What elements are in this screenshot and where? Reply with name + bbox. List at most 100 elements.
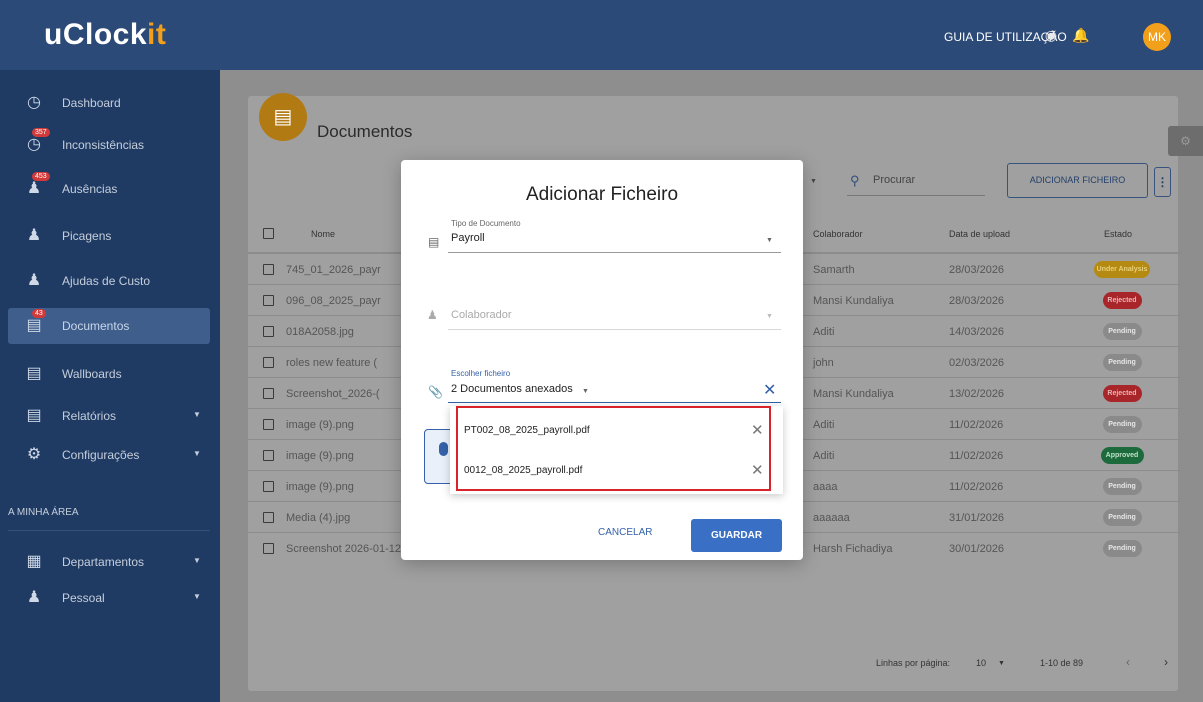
cell-upload-date: 11/02/2026 (949, 481, 1004, 493)
row-checkbox[interactable] (263, 264, 274, 275)
sidebar-item-relatorios[interactable]: ▤ Relatórios ▼ (0, 398, 220, 434)
departments-icon: ▦ (26, 553, 42, 570)
document-type-select[interactable]: Payroll (451, 232, 485, 244)
gear-icon[interactable]: ⚙ (1168, 126, 1203, 156)
count-badge: 453 (32, 172, 50, 181)
status-badge: Pending (1102, 509, 1142, 526)
column-header-upload-date[interactable]: Data de upload (949, 229, 1010, 239)
row-checkbox[interactable] (263, 388, 274, 399)
chevron-down-icon[interactable]: ▼ (766, 237, 773, 244)
status-badge: Rejected (1102, 292, 1142, 309)
sidebar-item-label: Ausências (62, 182, 118, 196)
sidebar-item-ausencias[interactable]: ♟ 453 Ausências (0, 171, 220, 207)
cancel-button[interactable]: CANCELAR (598, 527, 652, 538)
sidebar-item-documentos[interactable]: ▤ 43 Documentos (8, 308, 210, 344)
expense-icon: ♟ (26, 272, 42, 289)
row-checkbox[interactable] (263, 450, 274, 461)
column-header-collaborator[interactable]: Colaborador (813, 229, 863, 239)
collaborator-select[interactable]: Colaborador (451, 309, 512, 321)
field-underline (448, 402, 781, 403)
sidebar-item-inconsistencias[interactable]: ◷ 357 Inconsistências (0, 127, 220, 163)
divider (8, 530, 210, 531)
sidebar-item-dashboard[interactable]: ◷ Dashboard (0, 85, 220, 121)
sidebar-item-configuracoes[interactable]: ⚙ Configurações ▼ (0, 437, 220, 473)
sidebar-item-label: Wallboards (62, 367, 122, 381)
row-checkbox[interactable] (263, 481, 274, 492)
add-file-button[interactable]: ADICIONAR FICHEIRO (1007, 163, 1148, 198)
row-checkbox[interactable] (263, 543, 274, 554)
chevron-down-icon[interactable]: ▼ (810, 178, 817, 185)
avatar[interactable]: MK (1143, 23, 1171, 51)
select-all-checkbox[interactable] (263, 228, 274, 239)
status-badge: Under Analysis (1094, 261, 1150, 278)
status-badge: Pending (1102, 416, 1142, 433)
next-page-icon[interactable]: › (1164, 655, 1168, 669)
cell-name[interactable]: image (9).png (286, 481, 354, 493)
chevron-down-icon[interactable]: ▼ (766, 313, 773, 320)
sidebar-item-label: Picagens (62, 229, 112, 243)
absence-icon: ♟ (26, 180, 42, 197)
more-options-icon[interactable]: ⋮ (1154, 167, 1171, 197)
sidebar: ◷ Dashboard ◷ 357 Inconsistências ♟ 453 … (0, 70, 220, 702)
sidebar-item-picagens[interactable]: ♟ Picagens (0, 218, 220, 254)
sidebar-item-label: Relatórios (62, 409, 117, 423)
column-header-name[interactable]: Nome (311, 229, 335, 239)
cell-name[interactable]: Screenshot_2026-( (286, 388, 380, 400)
app-logo[interactable]: uClockit (44, 18, 166, 52)
cell-name[interactable]: roles new feature ( (286, 357, 377, 369)
cell-name[interactable]: image (9).png (286, 450, 354, 462)
rows-per-page-select[interactable]: 10 (976, 658, 986, 668)
cell-upload-date: 13/02/2026 (949, 388, 1005, 400)
cell-upload-date: 14/03/2026 (949, 326, 1005, 338)
status-badge: Pending (1102, 354, 1142, 371)
previous-page-icon[interactable]: ‹ (1126, 655, 1130, 669)
chevron-down-icon: ▼ (193, 410, 201, 419)
bell-icon[interactable]: 🔔 (1072, 26, 1090, 44)
chevron-down-icon[interactable]: ▼ (998, 660, 1005, 667)
people-icon: ♟ (26, 227, 42, 244)
pagination-range: 1-10 de 89 (1040, 658, 1084, 668)
sidebar-item-label: Pessoal (62, 591, 105, 605)
cell-name[interactable]: 096_08_2025_payr (286, 295, 381, 307)
chevron-down-icon: ▼ (193, 592, 201, 601)
cell-name[interactable]: 018A2058.jpg (286, 326, 354, 338)
cell-collaborator: Samarth (813, 264, 855, 276)
sidebar-item-ajudas-de-custo[interactable]: ♟ Ajudas de Custo (0, 263, 220, 299)
help-icon[interactable]: ◉ (1042, 26, 1060, 44)
dialog-title: Adicionar Ficheiro (525, 184, 679, 205)
cell-name[interactable]: Media (4).jpg (286, 512, 350, 524)
cell-upload-date: 30/01/2026 (949, 543, 1005, 555)
clear-files-icon[interactable]: ✕ (763, 380, 776, 400)
cell-upload-date: 28/03/2026 (949, 295, 1005, 307)
chevron-down-icon[interactable]: ▼ (582, 388, 589, 395)
row-checkbox[interactable] (263, 357, 274, 368)
dashboard-icon: ◷ (27, 94, 41, 111)
cell-collaborator: Mansi Kundaliya (813, 388, 894, 400)
save-button[interactable]: GUARDAR (691, 519, 782, 552)
search-input[interactable]: Procurar (873, 174, 915, 186)
sidebar-item-pessoal[interactable]: ♟ Pessoal ▼ (0, 580, 220, 616)
column-header-status[interactable]: Estado (1104, 229, 1132, 239)
count-badge: 43 (32, 309, 46, 318)
row-checkbox[interactable] (263, 419, 274, 430)
choose-file-select[interactable]: 2 Documentos anexados (451, 383, 573, 395)
choose-file-label: Escolher ficheiro (451, 369, 511, 378)
sidebar-item-label: Inconsistências (62, 138, 145, 152)
row-checkbox[interactable] (263, 512, 274, 523)
wallboard-icon: ▤ (26, 365, 42, 382)
cell-name[interactable]: 745_01_2026_payr (286, 264, 381, 276)
sidebar-item-label: Dashboard (62, 96, 121, 110)
status-badge: Approved (1100, 447, 1144, 464)
cell-collaborator: Aditi (813, 419, 835, 431)
cell-collaborator: aaaaaa (813, 512, 850, 524)
sidebar-item-wallboards[interactable]: ▤ Wallboards (0, 356, 220, 392)
cell-upload-date: 31/01/2026 (949, 512, 1005, 524)
sidebar-item-departamentos[interactable]: ▦ Departamentos ▼ (0, 544, 220, 580)
row-checkbox[interactable] (263, 295, 274, 306)
sidebar-item-label: Ajudas de Custo (62, 274, 151, 288)
cell-name[interactable]: image (9).png (286, 419, 354, 431)
cell-upload-date: 02/03/2026 (949, 357, 1005, 369)
section-title-my-area: A MINHA ÁREA (8, 507, 79, 518)
row-checkbox[interactable] (263, 326, 274, 337)
clock-alert-icon: ◷ (27, 136, 41, 153)
